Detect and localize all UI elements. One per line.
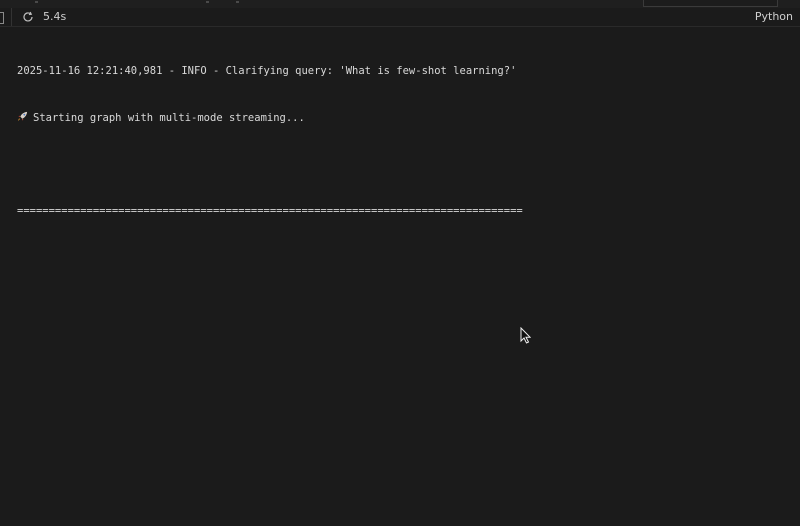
cell-collapse-bracket[interactable] (0, 12, 4, 24)
search-box[interactable] (643, 0, 778, 7)
cell-output: 2025-11-16 12:21:40,981 - INFO - Clarify… (17, 33, 523, 235)
refresh-icon[interactable] (22, 11, 34, 23)
output-line-text: Starting graph with multi-mode streaming… (33, 111, 305, 124)
execution-time: 5.4s (43, 10, 67, 23)
output-separator: ========================================… (17, 204, 523, 217)
output-line-log: 2025-11-16 12:21:40,981 - INFO - Clarify… (17, 65, 517, 77)
output-line-start: Starting graph with multi-mode streaming… (17, 111, 523, 127)
cell-status-bar: 5.4s Python (0, 8, 800, 27)
tab-indicator (206, 1, 209, 3)
language-label[interactable]: Python (755, 11, 793, 23)
tab-indicator (35, 1, 38, 3)
cell-divider (11, 8, 12, 26)
tab-indicator (236, 1, 239, 3)
mouse-pointer-icon (520, 327, 531, 344)
rocket-icon (17, 111, 28, 121)
